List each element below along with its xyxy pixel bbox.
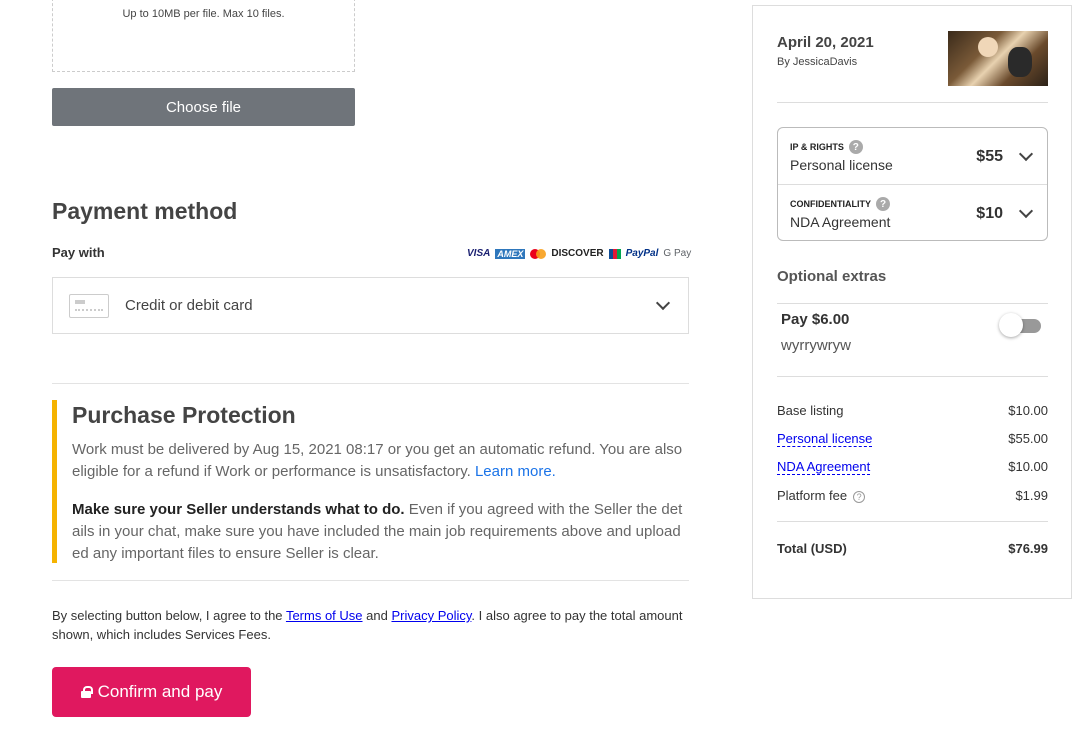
- confirm-and-pay-button[interactable]: Confirm and pay: [52, 667, 251, 717]
- order-date: April 20, 2021: [777, 34, 874, 51]
- amex-logo: AMEX: [495, 248, 526, 259]
- line-item-amount: $10.00: [1008, 459, 1048, 474]
- extra-price: Pay $6.00: [781, 311, 850, 328]
- protection-refund-text: Work must be delivered by Aug 15, 2021 0…: [72, 439, 689, 483]
- terms-prefix: By selecting button below, I agree to th…: [52, 608, 283, 623]
- divider: [777, 376, 1048, 377]
- confidentiality-select[interactable]: CONFIDENTIALITY ? NDA Agreement $10: [778, 184, 1047, 240]
- total-label: Total (USD): [777, 541, 847, 556]
- divider: [52, 383, 689, 384]
- seller-byline: By JessicaDavis: [777, 56, 858, 68]
- learn-more-link[interactable]: Learn more.: [475, 463, 556, 480]
- file-drop-zone[interactable]: Up to 10MB per file. Max 10 files.: [52, 0, 355, 72]
- divider: [777, 303, 1048, 304]
- option-name: Personal license: [790, 157, 893, 173]
- line-item-platform-fee: Platform fee? $1.99: [777, 488, 1048, 503]
- line-item-amount: $10.00: [1008, 403, 1048, 418]
- upload-hint: Up to 10MB per file. Max 10 files.: [122, 8, 285, 20]
- extra-description: wyrrywryw: [781, 337, 851, 354]
- chevron-down-icon: [1018, 146, 1034, 162]
- total-amount: $76.99: [1008, 541, 1048, 556]
- line-item-amount: $1.99: [1015, 488, 1048, 503]
- extra-toggle[interactable]: [999, 313, 1043, 337]
- jcb-logo: [608, 248, 621, 259]
- terms-and: and: [366, 608, 388, 623]
- card-brand-logos: VISA AMEX DISCOVER PayPal G Pay: [467, 248, 691, 259]
- ip-rights-select[interactable]: IP & RIGHTS ? Personal license $55: [778, 128, 1047, 184]
- divider: [777, 521, 1048, 522]
- visa-logo: VISA: [467, 248, 491, 259]
- terms-of-use-link[interactable]: Terms of Use: [286, 608, 363, 623]
- protection-seller-text: Make sure your Seller understands what t…: [72, 499, 689, 565]
- line-item-label: Platform fee: [777, 488, 848, 503]
- option-heading: CONFIDENTIALITY: [790, 199, 871, 209]
- payment-method-title: Payment method: [52, 198, 238, 224]
- help-icon[interactable]: ?: [876, 197, 890, 211]
- listing-thumbnail: [948, 31, 1048, 86]
- credit-card-icon: [69, 293, 109, 318]
- selected-payment-method: Credit or debit card: [125, 297, 253, 314]
- seller-instructions-lead: Make sure your Seller understands what t…: [72, 501, 405, 518]
- option-price: $55: [976, 148, 1003, 165]
- choose-file-button[interactable]: Choose file: [52, 88, 355, 126]
- option-heading: IP & RIGHTS: [790, 142, 844, 152]
- line-item-nda-agreement: NDA Agreement $10.00: [777, 459, 1048, 475]
- line-item-personal-license: Personal license $55.00: [777, 431, 1048, 447]
- line-item-base-listing: Base listing $10.00: [777, 403, 1048, 418]
- personal-license-link[interactable]: Personal license: [777, 431, 873, 447]
- purchase-protection-title: Purchase Protection: [72, 402, 296, 428]
- pay-with-label: Pay with: [52, 245, 105, 260]
- google-pay-logo: G Pay: [663, 248, 692, 259]
- lock-icon: [80, 686, 93, 698]
- privacy-policy-link[interactable]: Privacy Policy: [391, 608, 471, 623]
- line-item-label: Base listing: [777, 403, 844, 418]
- chevron-down-icon: [655, 295, 671, 311]
- confidentiality-heading: CONFIDENTIALITY ?: [790, 197, 890, 211]
- license-options: IP & RIGHTS ? Personal license $55 CONFI…: [777, 127, 1048, 241]
- line-item-amount: $55.00: [1008, 431, 1048, 446]
- ip-rights-heading: IP & RIGHTS ?: [790, 140, 863, 154]
- total-row: Total (USD) $76.99: [777, 541, 1048, 556]
- nda-agreement-link[interactable]: NDA Agreement: [777, 459, 871, 475]
- option-name: NDA Agreement: [790, 214, 891, 230]
- payment-method-select[interactable]: Credit or debit card: [52, 277, 689, 334]
- confirm-button-label: Confirm and pay: [97, 682, 223, 701]
- paypal-logo: PayPal: [625, 248, 659, 259]
- divider: [777, 102, 1048, 103]
- help-icon[interactable]: ?: [853, 490, 866, 503]
- optional-extras-title: Optional extras: [777, 268, 887, 285]
- protection-accent-bar: [52, 400, 57, 563]
- terms-agreement: By selecting button below, I agree to th…: [52, 606, 689, 644]
- chevron-down-icon: [1018, 203, 1034, 219]
- refund-policy-text: Work must be delivered by Aug 15, 2021 0…: [72, 441, 683, 480]
- option-price: $10: [976, 205, 1003, 222]
- order-summary-panel: April 20, 2021 By JessicaDavis IP & RIGH…: [752, 5, 1072, 599]
- mastercard-logo: [530, 248, 547, 259]
- divider: [52, 580, 689, 581]
- discover-logo: DISCOVER: [551, 248, 604, 259]
- help-icon[interactable]: ?: [848, 140, 863, 154]
- platform-fee-label-wrap: Platform fee?: [777, 488, 866, 503]
- toggle-knob: [999, 313, 1023, 337]
